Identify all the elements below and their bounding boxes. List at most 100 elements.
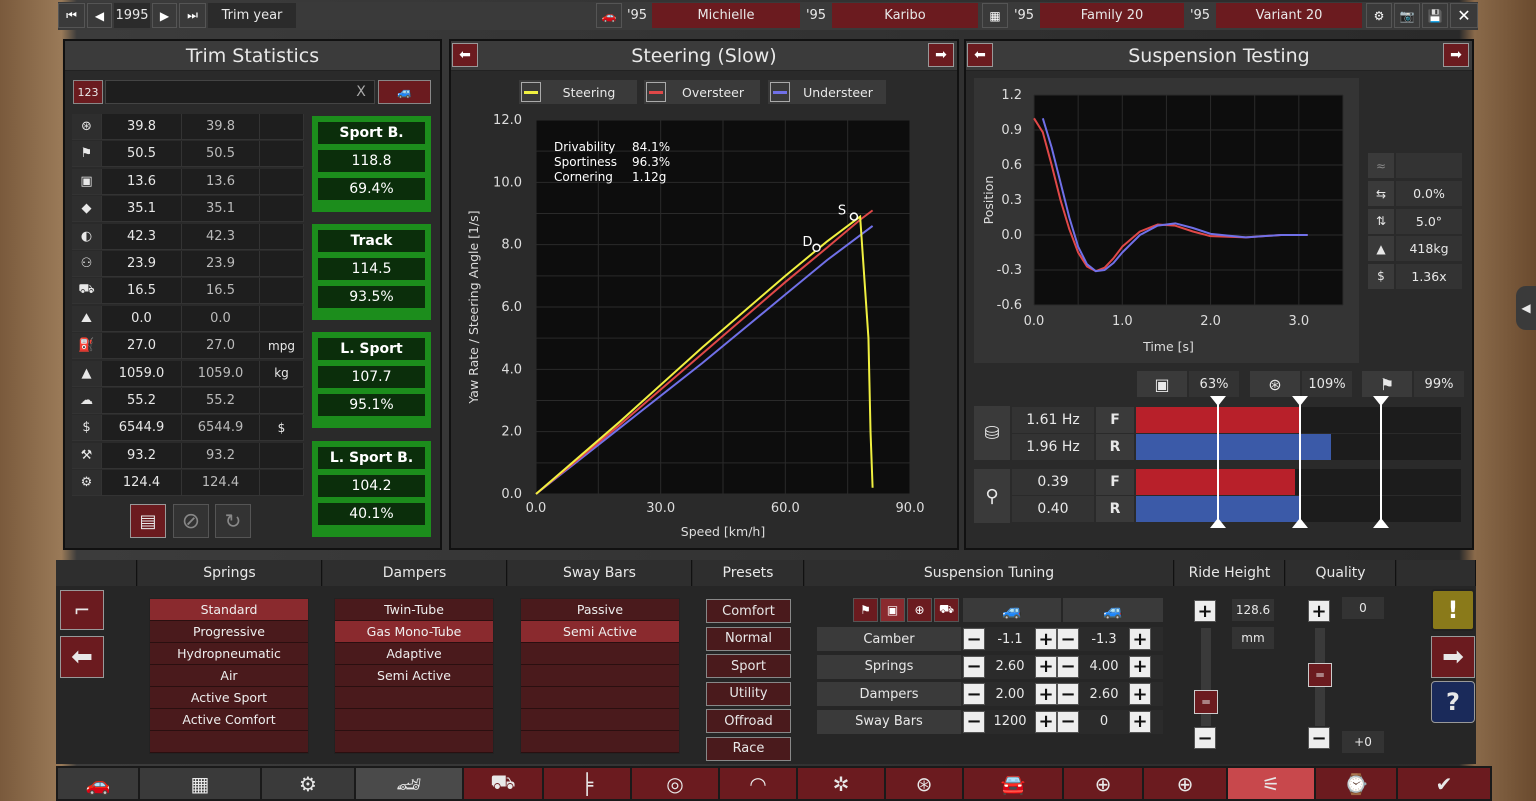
- variant-name[interactable]: Variant 20: [1216, 3, 1362, 28]
- springs-option[interactable]: Hydropneumatic: [150, 643, 308, 665]
- nav-car-model-icon[interactable]: 🚗: [58, 768, 138, 799]
- front-increase-button[interactable]: +: [1035, 710, 1057, 733]
- last-year-button[interactable]: ⏭: [179, 3, 206, 28]
- seat-mode-icon[interactable]: ▣: [880, 598, 905, 622]
- preset-button[interactable]: Offroad: [706, 709, 791, 733]
- car-model-icon[interactable]: 🚗: [596, 3, 622, 28]
- close-icon[interactable]: ✕: [1450, 3, 1478, 28]
- preset-button[interactable]: Sport: [706, 654, 791, 678]
- rear-decrease-button[interactable]: −: [1057, 710, 1079, 733]
- nav-testing-icon[interactable]: ⌚: [1316, 768, 1396, 799]
- nav-wheels-icon[interactable]: ✲: [798, 768, 884, 799]
- preset-button[interactable]: Utility: [706, 681, 791, 706]
- nav-finish-icon[interactable]: ✔: [1398, 768, 1490, 799]
- front-decrease-button[interactable]: −: [963, 683, 985, 705]
- front-decrease-button[interactable]: −: [963, 655, 985, 678]
- nav-tyres-icon[interactable]: ⊛: [886, 768, 962, 799]
- x-tick-label: 0.0: [526, 501, 547, 516]
- nav-engine-parts-icon[interactable]: ⚙: [262, 768, 354, 799]
- help-icon[interactable]: ?: [1431, 681, 1475, 723]
- preset-button[interactable]: Race: [706, 736, 791, 761]
- flag-mode-icon[interactable]: ⚑: [853, 598, 878, 622]
- dampers-option[interactable]: Semi Active: [335, 665, 493, 687]
- warning-icon[interactable]: !: [1431, 589, 1475, 631]
- engine-icon[interactable]: ▦: [982, 3, 1008, 28]
- steering-next-arrow-icon[interactable]: ➡: [928, 43, 954, 67]
- quality-increase-button[interactable]: +: [1308, 600, 1330, 622]
- front-increase-button[interactable]: +: [1035, 628, 1057, 650]
- quality-slider-handle[interactable]: ═: [1308, 663, 1332, 687]
- wheel-mode-icon[interactable]: ⊕: [907, 598, 932, 622]
- rear-decrease-button[interactable]: −: [1057, 655, 1079, 678]
- save-disk-icon[interactable]: 💾: [1422, 3, 1448, 28]
- nav-interior-icon[interactable]: ◎: [632, 768, 718, 799]
- springs-option[interactable]: Active Comfort: [150, 709, 308, 731]
- suspension-title: Suspension Testing: [966, 41, 1472, 71]
- suspension-next-arrow-icon[interactable]: ➡: [1443, 43, 1469, 67]
- ride-height-increase-button[interactable]: +: [1194, 600, 1216, 622]
- nav-brakes-icon[interactable]: ◠: [720, 768, 796, 799]
- rear-increase-button[interactable]: +: [1129, 683, 1151, 705]
- spring-frequency-icon: ⛁: [974, 406, 1010, 460]
- nav-chassis-icon[interactable]: ▦: [140, 768, 260, 799]
- quality-decrease-button[interactable]: −: [1308, 727, 1330, 749]
- next-year-button[interactable]: ▶: [152, 3, 177, 28]
- truck-mode-icon[interactable]: ⛟: [934, 598, 959, 622]
- stat-value-current: 35.1: [102, 196, 182, 222]
- camera-icon[interactable]: 📷: [1394, 3, 1420, 28]
- nav-safety-icon[interactable]: ⊕: [1144, 768, 1226, 799]
- body-name[interactable]: Karibo: [832, 3, 978, 28]
- sway-option[interactable]: Passive: [521, 599, 679, 621]
- ride-height-decrease-button[interactable]: −: [1194, 727, 1216, 749]
- legend-oversteer[interactable]: Oversteer: [644, 80, 760, 104]
- nav-trim-icon[interactable]: ⛟: [464, 768, 542, 799]
- ride-height-slider-handle[interactable]: ═: [1194, 690, 1218, 714]
- clear-search-button[interactable]: X: [352, 82, 370, 102]
- graph-toggle-icon[interactable]: ⌐: [60, 590, 104, 630]
- nav-seats-icon[interactable]: ⊕: [1064, 768, 1142, 799]
- legend-steering[interactable]: Steering: [519, 80, 637, 104]
- settings-gear-icon[interactable]: ⚙: [1366, 3, 1392, 28]
- side-panel-toggle-icon[interactable]: ◀: [1516, 286, 1536, 330]
- rear-decrease-button[interactable]: −: [1057, 683, 1079, 705]
- search-input[interactable]: [105, 80, 375, 104]
- sway-option[interactable]: Semi Active: [521, 621, 679, 643]
- preset-button[interactable]: Normal: [706, 626, 791, 651]
- damper-icon: ⚲: [974, 469, 1010, 523]
- steering-prev-arrow-icon[interactable]: ⬅: [452, 43, 478, 67]
- nav-suspension-icon[interactable]: ⚟: [1228, 768, 1314, 799]
- front-decrease-button[interactable]: −: [963, 710, 985, 733]
- block-icon[interactable]: ⊘: [173, 504, 209, 538]
- rear-decrease-button[interactable]: −: [1057, 628, 1079, 650]
- nav-aero-icon[interactable]: 🚘: [964, 768, 1062, 799]
- springs-option[interactable]: Progressive: [150, 621, 308, 643]
- front-decrease-button[interactable]: −: [963, 628, 985, 650]
- suspension-prev-arrow-icon[interactable]: ⬅: [967, 43, 993, 67]
- legend-understeer[interactable]: Understeer: [768, 80, 886, 104]
- front-increase-button[interactable]: +: [1035, 683, 1057, 705]
- rear-increase-button[interactable]: +: [1129, 710, 1151, 733]
- model-name[interactable]: Michielle: [652, 3, 800, 28]
- reset-icon[interactable]: ↻: [215, 504, 251, 538]
- nav-body-icon[interactable]: 🏎: [356, 768, 462, 799]
- preset-button[interactable]: Comfort: [706, 599, 791, 623]
- first-year-button[interactable]: ⏮: [58, 3, 85, 28]
- rear-increase-button[interactable]: +: [1129, 628, 1151, 650]
- springs-option[interactable]: Air: [150, 665, 308, 687]
- forward-arrow-icon[interactable]: ➡: [1431, 636, 1475, 678]
- family-name[interactable]: Family 20: [1040, 3, 1184, 28]
- front-increase-button[interactable]: +: [1035, 655, 1057, 678]
- springs-option[interactable]: Active Sport: [150, 687, 308, 709]
- springs-option[interactable]: Standard: [150, 599, 308, 621]
- dampers-option[interactable]: Twin-Tube: [335, 599, 493, 621]
- numeric-toggle-icon[interactable]: 123: [73, 80, 103, 104]
- back-arrow-icon[interactable]: ⬅: [60, 636, 104, 678]
- prev-year-button[interactable]: ◀: [87, 3, 112, 28]
- car-filter-icon[interactable]: 🚙: [378, 80, 431, 104]
- dampers-option[interactable]: Gas Mono-Tube: [335, 621, 493, 643]
- dampers-option[interactable]: Adaptive: [335, 643, 493, 665]
- wave-icon: ≈: [1368, 153, 1394, 178]
- report-icon[interactable]: ▤: [130, 504, 166, 538]
- rear-increase-button[interactable]: +: [1129, 655, 1151, 678]
- nav-drivetrain-icon[interactable]: ╞: [544, 768, 630, 799]
